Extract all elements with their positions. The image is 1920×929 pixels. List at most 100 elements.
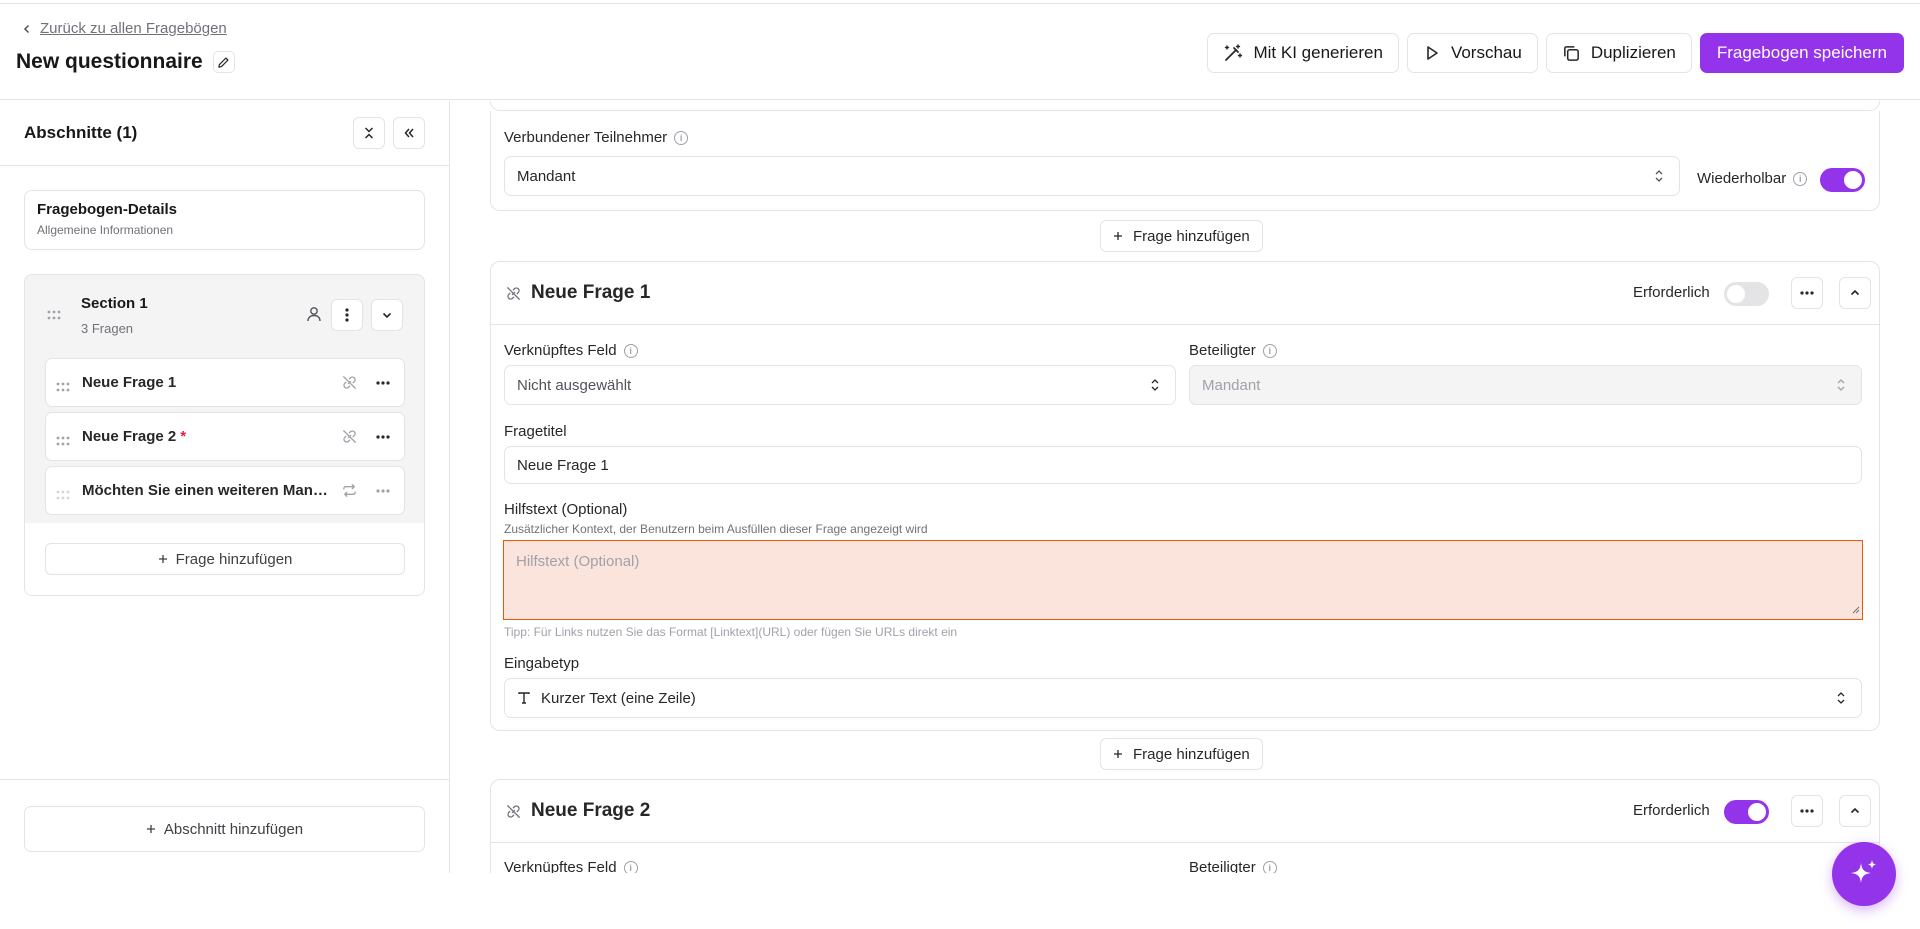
connected-participant-label: Verbundener Teilnehmer i: [504, 129, 689, 146]
info-icon: i: [623, 860, 638, 873]
question-title-label: Fragetitel: [504, 423, 567, 440]
resize-handle-icon[interactable]: [1851, 601, 1860, 618]
question-title-value: Neue Frage 1: [517, 456, 609, 474]
add-question-button[interactable]: Frage hinzufügen: [1100, 738, 1263, 770]
linked-field-label: Verknüpftes Feld i: [504, 342, 638, 359]
plus-icon: [1113, 228, 1123, 245]
add-section-button[interactable]: Abschnitt hinzufügen: [24, 806, 425, 852]
chevrons-left-icon: [404, 128, 414, 138]
unlinked-icon: [341, 374, 358, 396]
duplicate-button[interactable]: Duplizieren: [1545, 33, 1692, 73]
text-type-icon: [517, 691, 531, 705]
title-row: New questionnaire: [16, 50, 235, 74]
chevron-up-icon: [1850, 289, 1860, 296]
repeat-icon: [341, 482, 358, 504]
collapse-sidebar-button[interactable]: [393, 117, 425, 149]
edit-title-button[interactable]: [212, 51, 235, 73]
more-vertical-icon: [345, 308, 349, 322]
help-text-placeholder: Hilfstext (Optional): [516, 553, 640, 570]
section-name: Section 1: [81, 295, 148, 312]
repeatable-label: Wiederholbar i: [1697, 170, 1808, 187]
magic-wand-icon: [1225, 44, 1243, 61]
page-header: Zurück zu allen Fragebögen New questionn…: [0, 4, 1920, 100]
question-title: Neue Frage 1: [531, 282, 651, 303]
required-label: Erforderlich: [1633, 802, 1710, 819]
play-icon: [1427, 46, 1438, 60]
chevrons-collapse-icon: [364, 127, 374, 139]
chevrons-updown-icon: [1835, 377, 1847, 397]
collapse-all-button[interactable]: [353, 117, 385, 149]
participant-select: Mandant: [1189, 365, 1862, 405]
section-question-count: 3 Fragen: [81, 321, 134, 336]
question-collapse-button[interactable]: [1839, 795, 1871, 827]
page-title: New questionnaire: [16, 50, 203, 73]
copy-icon: [1563, 45, 1579, 61]
drag-handle-icon[interactable]: [56, 433, 70, 451]
question-more-icon[interactable]: [376, 374, 390, 397]
section-expand-button[interactable]: [371, 299, 403, 331]
input-type-select[interactable]: Kurzer Text (eine Zeile): [504, 678, 1862, 718]
back-link-label: Zurück zu allen Fragebögen: [40, 20, 227, 37]
sidebar-add-question-button[interactable]: Frage hinzufügen: [45, 543, 405, 575]
sidebar-add-question-label: Frage hinzufügen: [175, 550, 293, 568]
section-header-card-top: [490, 101, 1880, 111]
question-collapse-button[interactable]: [1839, 277, 1871, 309]
plus-icon: [158, 551, 168, 568]
help-text-textarea[interactable]: Hilfstext (Optional): [503, 540, 1863, 620]
required-toggle[interactable]: [1724, 800, 1769, 824]
more-horizontal-icon: [1800, 809, 1814, 813]
repeatable-toggle[interactable]: [1820, 168, 1865, 192]
participant-value: Mandant: [1202, 376, 1261, 394]
info-icon: i: [1262, 343, 1277, 358]
participant-icon: [305, 305, 323, 328]
input-type-label-text: Eingabetyp: [504, 655, 580, 672]
help-text-label: Hilfstext (Optional): [504, 501, 627, 518]
participant-text: Beteiligter: [1189, 859, 1256, 873]
question-menu-button[interactable]: [1791, 277, 1823, 309]
chevron-left-icon: [22, 21, 32, 37]
participant-text: Beteiligter: [1189, 342, 1256, 359]
unlinked-icon: [505, 803, 522, 825]
drag-handle-icon[interactable]: [56, 487, 70, 505]
help-text-label-text: Hilfstext (Optional): [504, 501, 628, 518]
editor-main: Verbundener Teilnehmer i Mandant Wiederh…: [451, 101, 1920, 873]
question-menu-button[interactable]: [1791, 795, 1823, 827]
save-questionnaire-button[interactable]: Fragebogen speichern: [1699, 33, 1904, 73]
question-label-text: Neue Frage 2: [82, 428, 177, 445]
drag-handle-icon[interactable]: [47, 307, 61, 325]
linked-field-select[interactable]: Nicht ausgewählt: [504, 365, 1176, 405]
sidebar-question-item[interactable]: Neue Frage 1: [45, 358, 405, 407]
question-title-input[interactable]: Neue Frage 1: [504, 446, 1862, 484]
participant-label: Beteiligter i: [1189, 859, 1277, 873]
question-card: Neue Frage 1 Erforderlich Verknüpftes Fe…: [490, 261, 1880, 731]
linked-field-value: Nicht ausgewählt: [517, 376, 632, 394]
sidebar-question-item[interactable]: Möchten Sie einen weiteren Mandanten hin…: [45, 466, 405, 515]
help-text-description: Zusätzlicher Kontext, der Benutzern beim…: [504, 522, 928, 536]
section-menu-button[interactable]: [331, 299, 363, 331]
input-type-label: Eingabetyp: [504, 655, 579, 672]
plus-icon: [146, 821, 156, 838]
question-label: Neue Frage 2 *: [82, 428, 186, 445]
questionnaire-details-item[interactable]: Fragebogen-Details Allgemeine Informatio…: [24, 190, 425, 250]
pencil-icon: [218, 56, 229, 68]
generate-ai-button[interactable]: Mit KI generieren: [1207, 33, 1399, 73]
bottom-strip: [0, 873, 1920, 929]
drag-handle-icon[interactable]: [56, 379, 70, 397]
generate-ai-label: Mit KI generieren: [1253, 43, 1383, 62]
add-question-button[interactable]: Frage hinzufügen: [1100, 220, 1263, 252]
back-link[interactable]: Zurück zu allen Fragebögen: [22, 20, 227, 37]
participant-label: Beteiligter i: [1189, 342, 1277, 359]
preview-button[interactable]: Vorschau: [1406, 33, 1538, 73]
required-toggle[interactable]: [1724, 282, 1769, 306]
details-subtitle: Allgemeine Informationen: [37, 223, 174, 237]
sparkle-icon: [1851, 860, 1876, 883]
sections-sidebar: Abschnitte (1) Fragebogen-Details Allgem…: [0, 101, 450, 873]
question-more-icon[interactable]: [376, 482, 390, 505]
info-icon: i: [1262, 860, 1277, 873]
question-more-icon[interactable]: [376, 428, 390, 451]
connected-participant-select[interactable]: Mandant: [504, 156, 1680, 196]
details-title: Fragebogen-Details: [37, 201, 178, 218]
chevron-down-icon: [382, 312, 392, 319]
ai-assistant-button[interactable]: [1832, 842, 1896, 906]
sidebar-question-item[interactable]: Neue Frage 2 *: [45, 412, 405, 461]
